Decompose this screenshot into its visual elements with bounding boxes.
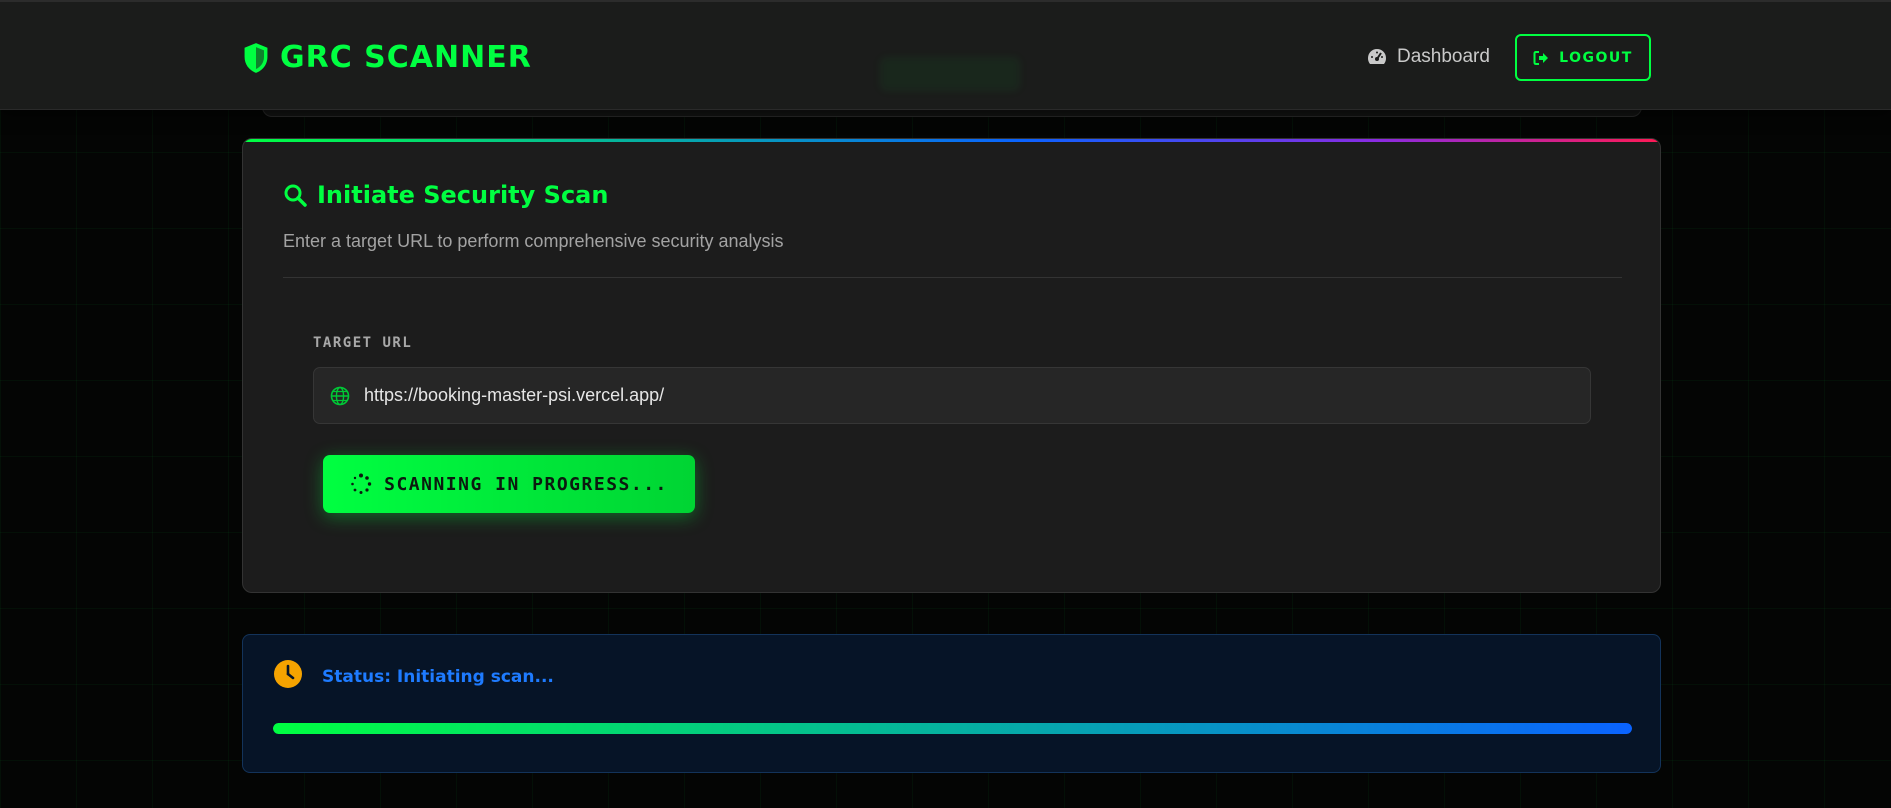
card-title-text: Initiate Security Scan <box>317 181 609 209</box>
target-url-label: TARGET URL <box>313 335 413 351</box>
nav-dashboard-label: Dashboard <box>1397 46 1490 67</box>
card-accent-bar <box>243 139 1660 142</box>
progress-fill <box>273 723 1632 734</box>
globe-icon <box>330 386 350 405</box>
divider <box>283 277 1622 278</box>
search-icon <box>284 184 307 207</box>
card-title: Initiate Security Scan <box>283 181 608 209</box>
status-panel: Status: Initiating scan... <box>242 634 1661 773</box>
scan-card: Initiate Security Scan Enter a target UR… <box>242 138 1661 593</box>
top-navbar: GRC SCANNER Dashboard LOGOUT <box>0 0 1891 110</box>
nav-dashboard-link[interactable]: Dashboard <box>1367 46 1490 68</box>
sign-out-icon <box>1533 50 1549 65</box>
brand-logo[interactable]: GRC SCANNER <box>242 40 532 75</box>
gauge-icon <box>1367 49 1387 64</box>
spinner-icon <box>351 473 372 494</box>
logout-label: LOGOUT <box>1559 49 1633 66</box>
clock-icon <box>274 660 302 688</box>
brand-name: GRC SCANNER <box>280 40 532 75</box>
shield-icon <box>244 42 268 73</box>
progress-bar <box>273 723 1632 734</box>
logout-button[interactable]: LOGOUT <box>1515 34 1651 81</box>
target-url-field[interactable] <box>313 367 1591 424</box>
scan-button[interactable]: SCANNING IN PROGRESS... <box>323 455 695 513</box>
status-text: Status: Initiating scan... <box>322 667 554 687</box>
card-subtitle: Enter a target URL to perform comprehens… <box>283 231 784 251</box>
target-url-input[interactable] <box>364 385 1564 406</box>
scan-button-label: SCANNING IN PROGRESS... <box>384 473 668 495</box>
nav-highlight <box>880 57 1020 91</box>
